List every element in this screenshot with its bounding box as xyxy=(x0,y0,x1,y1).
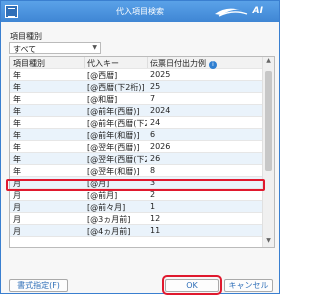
table-scrollbar[interactable]: ▲ ▼ xyxy=(262,57,274,247)
table-row[interactable]: 月 [@前々月] 1 xyxy=(10,201,264,213)
table-row[interactable]: 月 [@3ヵ月前] 12 xyxy=(10,213,264,225)
info-icon[interactable]: i xyxy=(209,61,217,69)
dropdown-value: すべて xyxy=(13,45,37,54)
brand-logo: AI xyxy=(213,4,263,19)
table-row[interactable]: 年 [@西暦] 2025 xyxy=(10,69,264,81)
table-row[interactable]: 年[@前年(西暦(下2桁))]24 xyxy=(10,117,264,129)
ok-button[interactable]: OK xyxy=(165,279,219,292)
category-dropdown[interactable]: すべて ▼ xyxy=(9,42,101,54)
dialog-content: 項目種別 すべて ▼ 項目種別 代入キー 伝票日付出力例 i 年 [@西暦] 2025… xyxy=(6,25,275,291)
scroll-down-icon[interactable]: ▼ xyxy=(263,237,274,247)
table-row[interactable]: 年[@翌年(西暦(下2桁))]26 xyxy=(10,153,264,165)
scroll-thumb[interactable] xyxy=(265,71,272,171)
table-row[interactable]: 年 [@翌年(西暦)] 2026 xyxy=(10,141,264,153)
scroll-up-icon[interactable]: ▲ xyxy=(263,57,274,67)
dialog-window: 代入項目検索 AI 項目種別 すべて ▼ 項目種別 代入キー 伝票日付出力例 i … xyxy=(0,0,280,295)
table-row[interactable]: 年 [@翌年(和暦)] 8 xyxy=(10,165,264,177)
brand-text: AI xyxy=(252,6,263,16)
format-button[interactable]: 書式指定(F) xyxy=(9,279,68,292)
chevron-down-icon: ▼ xyxy=(92,44,97,51)
title-bar: 代入項目検索 AI xyxy=(1,1,279,22)
filter-label: 項目種別 xyxy=(10,32,42,41)
cancel-button[interactable]: キャンセル xyxy=(224,279,273,292)
header-type[interactable]: 項目種別 xyxy=(13,58,83,69)
table-row[interactable]: 年 [@和暦] 7 xyxy=(10,93,264,105)
header-key[interactable]: 代入キー xyxy=(87,58,147,69)
table-header-row: 項目種別 代入キー 伝票日付出力例 i xyxy=(10,57,264,69)
table-row[interactable]: 年 [@西暦(下2桁)] 25 xyxy=(10,81,264,93)
items-table: 項目種別 代入キー 伝票日付出力例 i 年 [@西暦] 2025 年 [@西暦(下2桁)… xyxy=(9,56,275,248)
selected-row-highlight xyxy=(6,179,265,191)
brand-swirl-icon xyxy=(215,8,248,17)
table-row[interactable]: 年 [@前年(西暦)] 2024 xyxy=(10,105,264,117)
header-example[interactable]: 伝票日付出力例 i xyxy=(150,58,260,69)
table-row[interactable]: 月 [@4ヵ月前] 11 xyxy=(10,225,264,237)
table-row[interactable]: 年 [@前年(和暦)] 6 xyxy=(10,129,264,141)
